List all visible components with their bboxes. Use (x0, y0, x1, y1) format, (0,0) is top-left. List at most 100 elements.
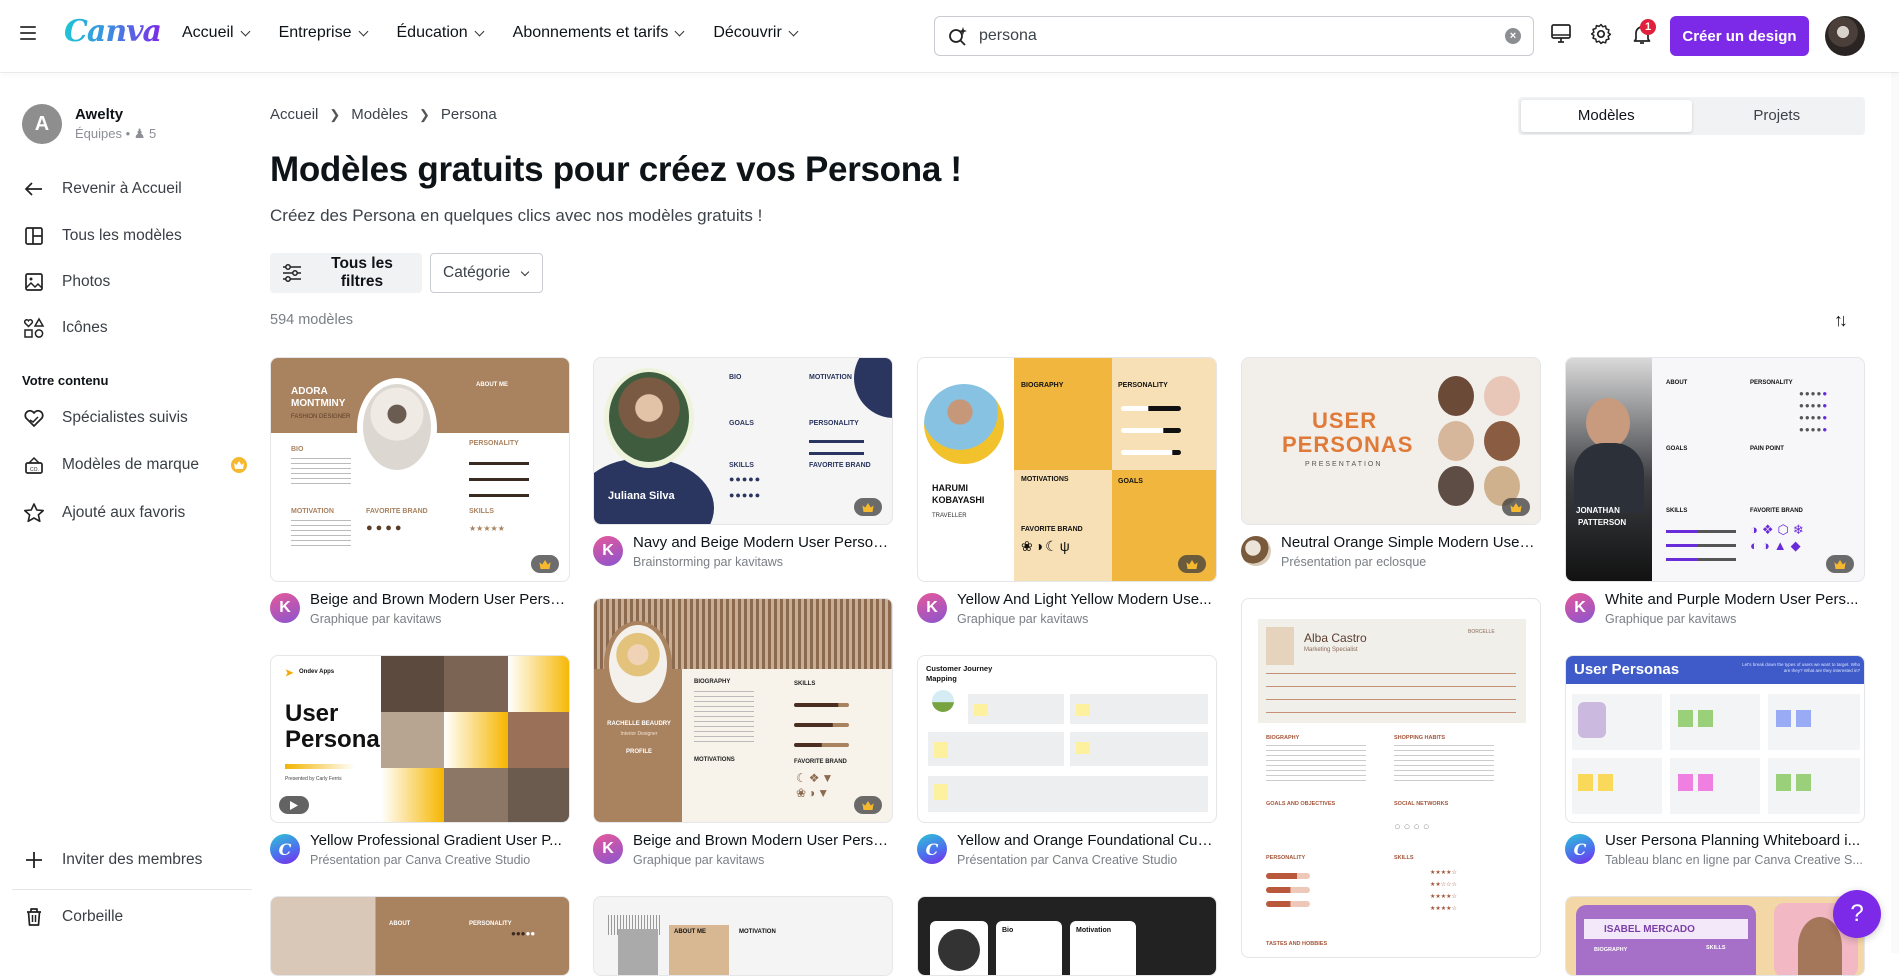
template-thumbnail[interactable]: ABOUT PERSONALITY ●●●●● (270, 896, 570, 976)
template-title[interactable]: Navy and Beige Modern User Person... (633, 534, 891, 551)
template-title[interactable]: Beige and Brown Modern User Perso... (310, 591, 568, 608)
template-thumbnail[interactable]: Juliana Silva BIO MOTIVATION GOALS PERSO… (593, 357, 893, 525)
heart-hand-icon (22, 406, 46, 430)
nav-entreprise[interactable]: Entreprise (279, 24, 368, 42)
creator-avatar[interactable]: K (917, 593, 947, 623)
template-title[interactable]: Yellow And Light Yellow Modern Use... (957, 591, 1215, 608)
invite-members-button[interactable]: Inviter des membres (22, 842, 247, 878)
template-card[interactable]: RACHELLE BEAUDRY Interior Designer PROFI… (593, 598, 893, 867)
premium-crown-icon (1178, 555, 1206, 573)
user-avatar[interactable] (1825, 16, 1865, 56)
template-subtitle: Graphique par kavitaws (310, 612, 442, 626)
back-to-home-link[interactable]: Revenir à Accueil (22, 171, 247, 207)
template-card[interactable]: Bio Motivation (917, 896, 1217, 976)
sidebar-item-followed-specialists[interactable]: Spécialistes suivis (22, 400, 247, 436)
settings-gear-icon[interactable] (1589, 22, 1615, 48)
sidebar-item-photos[interactable]: Photos (22, 264, 247, 300)
thumb-text: PERSONALITY (1750, 380, 1793, 386)
template-card[interactable]: USER PERSONAS PRESENTATION Neutral Orang… (1241, 357, 1541, 569)
template-card[interactable]: ABOUT PERSONALITY ●●●●● (270, 896, 570, 976)
nav-education[interactable]: Éducation (397, 24, 485, 42)
premium-crown-icon (1826, 555, 1854, 573)
creator-avatar[interactable]: K (593, 834, 623, 864)
nav-label: Abonnements et tarifs (512, 24, 669, 41)
template-thumbnail[interactable]: Customer Journey Mapping (917, 655, 1217, 823)
creator-avatar[interactable]: K (270, 593, 300, 623)
template-card[interactable]: User Personas Let's break down the types… (1565, 655, 1865, 867)
template-thumbnail[interactable]: RACHELLE BEAUDRY Interior Designer PROFI… (593, 598, 893, 823)
template-card[interactable]: Customer Journey Mapping C Yellow and Or… (917, 655, 1217, 867)
menu-icon[interactable] (20, 26, 36, 40)
canva-logo[interactable]: Canva (64, 14, 162, 49)
template-thumbnail[interactable]: ADORA MONTMINY FASHION DESIGNER ABOUT ME… (270, 357, 570, 582)
breadcrumb-modeles[interactable]: Modèles (351, 106, 408, 123)
thumb-text: PERSONALITY (1266, 855, 1306, 861)
template-card[interactable]: Juliana Silva BIO MOTIVATION GOALS PERSO… (593, 357, 893, 569)
template-title[interactable]: Yellow and Orange Foundational Cus... (957, 832, 1215, 849)
tab-projets[interactable]: Projets (1692, 100, 1863, 132)
thumb-text: BIOGRAPHY (694, 679, 731, 685)
template-thumbnail[interactable]: HARUMI KOBAYASHI TRAVELLER BIOGRAPHY PER… (917, 357, 1217, 582)
thumb-text: MOTIVATIONS (694, 757, 735, 763)
trash-link[interactable]: Corbeille (22, 899, 247, 935)
creator-avatar[interactable]: K (593, 536, 623, 566)
desktop-app-icon[interactable] (1549, 22, 1575, 48)
thumb-text: SKILLS (794, 681, 816, 687)
breadcrumb-accueil[interactable]: Accueil (270, 106, 318, 123)
template-thumbnail[interactable]: JONATHAN PATTERSON ABOUT PERSONALITY GOA… (1565, 357, 1865, 582)
template-card[interactable]: HARUMI KOBAYASHI TRAVELLER BIOGRAPHY PER… (917, 357, 1217, 626)
template-title[interactable]: White and Purple Modern User Pers... (1605, 591, 1863, 608)
main-nav: Accueil Entreprise Éducation Abonnements… (182, 24, 827, 42)
team-name: Awelty (75, 106, 124, 123)
template-thumbnail[interactable]: ABOUT ME MOTIVATION (593, 896, 893, 976)
thumb-text: GOALS (1118, 478, 1143, 485)
nav-accueil[interactable]: Accueil (182, 24, 251, 42)
search-input[interactable] (979, 27, 1505, 45)
template-title[interactable]: Beige and Brown Modern User Perso... (633, 832, 891, 849)
scrollbar[interactable] (1891, 72, 1899, 953)
sidebar-item-favorites[interactable]: Ajouté aux favoris (22, 495, 247, 531)
template-thumbnail[interactable]: Bio Motivation (917, 896, 1217, 976)
nav-decouvrir[interactable]: Découvrir (713, 24, 799, 42)
template-thumbnail[interactable]: ➤ Ondev Apps User Persona Presented by C… (270, 655, 570, 823)
svg-text:CO.: CO. (30, 467, 39, 473)
template-card[interactable]: ADORA MONTMINY FASHION DESIGNER ABOUT ME… (270, 357, 570, 626)
thumb-text: TRAVELLER (932, 513, 967, 519)
thumb-text: PERSONALITY (1118, 382, 1168, 389)
thumb-text: Let's break down the types of users we w… (1742, 662, 1860, 673)
creator-avatar[interactable]: C (1565, 834, 1595, 864)
template-card[interactable]: ABOUT ME MOTIVATION (593, 896, 893, 976)
chevron-down-icon (358, 26, 368, 36)
creator-avatar[interactable] (1241, 536, 1271, 566)
sort-icon[interactable]: ↑↓ (1834, 310, 1848, 331)
trash-label: Corbeille (62, 908, 124, 925)
category-dropdown[interactable]: Catégorie (430, 253, 543, 293)
template-title[interactable]: Neutral Orange Simple Modern User ... (1281, 534, 1539, 551)
your-content-heading: Votre contenu (22, 373, 109, 388)
template-thumbnail[interactable]: Alba Castro Marketing Specialist BORCELL… (1241, 598, 1541, 958)
creator-avatar[interactable]: C (270, 834, 300, 864)
clear-search-button[interactable]: × (1505, 28, 1521, 44)
creator-avatar[interactable]: C (917, 834, 947, 864)
sidebar-item-all-templates[interactable]: Tous les modèles (22, 218, 247, 254)
all-filters-button[interactable]: Tous les filtres (270, 253, 422, 293)
template-title[interactable]: Yellow Professional Gradient User P... (310, 832, 568, 849)
sidebar-item-brand-templates[interactable]: CO. Modèles de marque (22, 447, 247, 483)
template-card[interactable]: Alba Castro Marketing Specialist BORCELL… (1241, 598, 1541, 958)
team-switcher[interactable]: A Awelty Équipes • ♟ 5 (22, 104, 156, 144)
search-box: × (934, 16, 1534, 56)
template-title[interactable]: User Persona Planning Whiteboard i... (1605, 832, 1863, 849)
template-card[interactable]: ➤ Ondev Apps User Persona Presented by C… (270, 655, 570, 867)
template-thumbnail[interactable]: User Personas Let's break down the types… (1565, 655, 1865, 823)
nav-abonnements[interactable]: Abonnements et tarifs (512, 24, 685, 42)
create-design-button[interactable]: Créer un design (1670, 16, 1809, 56)
sidebar-item-icons[interactable]: Icônes (22, 310, 247, 346)
template-thumbnail[interactable]: USER PERSONAS PRESENTATION (1241, 357, 1541, 525)
template-card[interactable]: ISABEL MERCADO BIOGRAPHY SKILLS (1565, 896, 1865, 976)
template-thumbnail[interactable]: ISABEL MERCADO BIOGRAPHY SKILLS (1565, 896, 1865, 976)
help-button[interactable]: ? (1833, 890, 1881, 938)
creator-avatar[interactable]: K (1565, 593, 1595, 623)
template-card[interactable]: JONATHAN PATTERSON ABOUT PERSONALITY GOA… (1565, 357, 1865, 626)
trash-icon (22, 905, 46, 929)
tab-modeles[interactable]: Modèles (1521, 100, 1692, 132)
